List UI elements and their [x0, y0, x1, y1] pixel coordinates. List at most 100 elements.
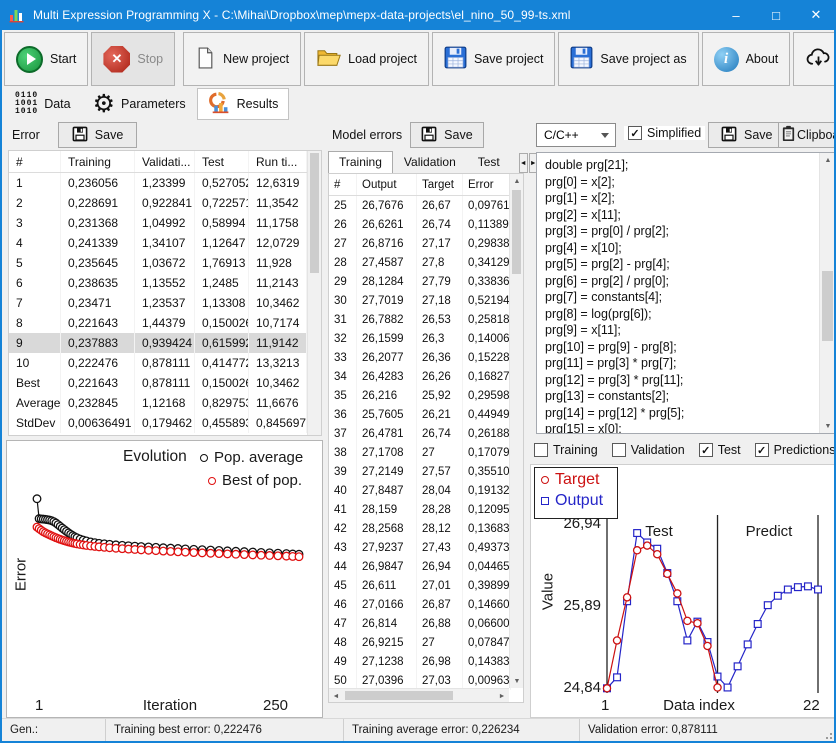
load-project-button[interactable]: Load project: [304, 32, 429, 86]
table-row[interactable]: Average0,2328451,121680,82975311,6676: [9, 393, 307, 413]
table-row[interactable]: 4927,123826,980,143835: [329, 652, 509, 671]
tab-test[interactable]: Test: [467, 151, 511, 173]
region-test-label: Test: [627, 523, 691, 540]
nav-results-button[interactable]: Results: [197, 88, 290, 120]
table-row[interactable]: 2626,626126,740,113891: [329, 215, 509, 234]
table-row[interactable]: 30,2313681,049920,5899411,1758: [9, 213, 307, 233]
column-header[interactable]: Target: [417, 174, 463, 195]
simplified-checkbox[interactable]: ✓: [628, 126, 642, 140]
cell: 0,231368: [61, 213, 135, 233]
table-row[interactable]: 4726,81426,880,066008: [329, 614, 509, 633]
column-header[interactable]: #: [329, 174, 357, 195]
table-row[interactable]: 90,2378830,9394240,61599211,9142: [9, 333, 307, 353]
table-row[interactable]: 4526,61127,010,398998: [329, 576, 509, 595]
table-row[interactable]: 3126,788226,530,258182: [329, 310, 509, 329]
checkbox[interactable]: [612, 443, 626, 457]
tab-scroll-left-button[interactable]: ◄: [519, 153, 528, 173]
table-row[interactable]: 3226,159926,30,140062: [329, 329, 509, 348]
series-toggle-validation[interactable]: Validation: [612, 443, 685, 457]
table-row[interactable]: 10,2360561,233990,52705212,6319: [9, 173, 307, 193]
app-window: Multi Expression Programming X - C:\Miha…: [0, 0, 836, 743]
resize-grip[interactable]: [822, 729, 832, 739]
table-row[interactable]: 3326,207726,360,152287: [329, 348, 509, 367]
column-header[interactable]: Run ti...: [249, 151, 307, 172]
nav-parameters-button[interactable]: ⚙ Parameters: [82, 88, 197, 120]
close-button[interactable]: ✕: [796, 0, 836, 30]
column-header[interactable]: Validati...: [135, 151, 195, 172]
start-button[interactable]: Start: [4, 32, 88, 86]
scroll-right-icon[interactable]: ►: [495, 689, 509, 703]
code-save-button[interactable]: Save: [708, 122, 786, 148]
left-save-button[interactable]: Save: [58, 122, 138, 148]
table-row[interactable]: 3726,478126,740,261882: [329, 424, 509, 443]
language-select[interactable]: C/C++: [536, 123, 616, 147]
table-row[interactable]: 4627,016626,870,146609: [329, 595, 509, 614]
left-table-scrollbar[interactable]: [307, 151, 321, 435]
table-row[interactable]: 3927,214927,570,355103: [329, 462, 509, 481]
scroll-up-icon[interactable]: ▲: [820, 153, 836, 167]
error-tab[interactable]: Error: [12, 128, 40, 142]
table-row[interactable]: 4327,923727,430,493738: [329, 538, 509, 557]
checkbox[interactable]: ✓: [755, 443, 769, 457]
table-row[interactable]: 50,2356451,036721,7691311,928: [9, 253, 307, 273]
column-header[interactable]: Training: [61, 151, 135, 172]
column-header[interactable]: Output: [357, 174, 417, 195]
table-row[interactable]: 4826,9215270,078470: [329, 633, 509, 652]
series-toggle-test[interactable]: ✓Test: [699, 443, 741, 457]
table-row[interactable]: 2526,767626,670,097612: [329, 196, 509, 215]
table-row[interactable]: 2726,871627,170,298384: [329, 234, 509, 253]
save-project-button[interactable]: Save project: [432, 32, 555, 86]
code-scrollbar[interactable]: ▲ ▼: [819, 153, 835, 433]
table-row[interactable]: 3426,428326,260,168276: [329, 367, 509, 386]
scroll-down-icon[interactable]: ▼: [510, 674, 524, 688]
middle-save-button[interactable]: Save: [410, 122, 484, 148]
minimize-button[interactable]: –: [716, 0, 756, 30]
table-row[interactable]: 4027,848728,040,191323: [329, 481, 509, 500]
table-row[interactable]: Best0,2216430,8781110,15002610,3462: [9, 373, 307, 393]
table-row[interactable]: 3526,21625,920,295984: [329, 386, 509, 405]
generated-code[interactable]: double prg[21];prg[0] = x[2];prg[1] = x[…: [537, 153, 819, 433]
series-toggle-predictions[interactable]: ✓Predictions: [755, 443, 836, 457]
table-row[interactable]: 40,2413391,341071,1264712,0729: [9, 233, 307, 253]
tab-validation[interactable]: Validation: [393, 151, 467, 173]
simplified-toggle[interactable]: ✓ Simplified: [624, 126, 705, 140]
scroll-left-icon[interactable]: ◄: [329, 689, 343, 703]
new-project-button[interactable]: New project: [183, 32, 301, 86]
table-row[interactable]: 3027,701927,180,521945: [329, 291, 509, 310]
table-row[interactable]: 3625,760526,210,449498: [329, 405, 509, 424]
updates-button[interactable]: Updates: [793, 32, 836, 86]
table-row[interactable]: 4228,256828,120,136832: [329, 519, 509, 538]
nav-data-button[interactable]: 0110 1001 1010 Data: [4, 88, 82, 120]
tab-training[interactable]: Training: [328, 151, 393, 173]
middle-table-vscrollbar[interactable]: ▲ ▼: [509, 174, 523, 688]
table-row[interactable]: 80,2216431,443790,15002610,7174: [9, 313, 307, 333]
column-header[interactable]: Error: [463, 174, 511, 195]
table-row[interactable]: StdDev0,006364910,1794620,4558930,845697: [9, 413, 307, 433]
table-row[interactable]: 20,2286910,9228410,72257111,3542: [9, 193, 307, 213]
scroll-up-icon[interactable]: ▲: [510, 174, 524, 188]
cell: 1,2485: [195, 273, 249, 293]
table-row[interactable]: 2928,128427,790,338365: [329, 272, 509, 291]
column-header[interactable]: #: [9, 151, 61, 172]
checkbox[interactable]: ✓: [699, 443, 713, 457]
checkbox[interactable]: [534, 443, 548, 457]
about-button[interactable]: i About: [702, 32, 791, 86]
table-row[interactable]: 100,2224760,8781110,41477213,3213: [9, 353, 307, 373]
cell: StdDev: [9, 413, 61, 433]
save-project-as-button[interactable]: Save project as: [558, 32, 698, 86]
table-row[interactable]: 60,2386351,135521,248511,2143: [9, 273, 307, 293]
scroll-down-icon[interactable]: ▼: [820, 419, 836, 433]
table-row[interactable]: 2827,458727,80,341298: [329, 253, 509, 272]
middle-table-hscrollbar[interactable]: ◄ ►: [329, 688, 509, 702]
table-row[interactable]: 4426,984726,940,044650: [329, 557, 509, 576]
stop-button[interactable]: ✕ Stop: [91, 32, 175, 86]
series-toggle-training[interactable]: Training: [534, 443, 598, 457]
save-project-as-label: Save project as: [600, 52, 686, 66]
cell: 27,1238: [357, 652, 417, 671]
clipboard-button[interactable]: Clipboard: [778, 122, 836, 148]
table-row[interactable]: 4128,15928,280,120951: [329, 500, 509, 519]
table-row[interactable]: 70,234711,235371,1330810,3462: [9, 293, 307, 313]
maximize-button[interactable]: □: [756, 0, 796, 30]
table-row[interactable]: 3827,1708270,170794: [329, 443, 509, 462]
column-header[interactable]: Test: [195, 151, 249, 172]
